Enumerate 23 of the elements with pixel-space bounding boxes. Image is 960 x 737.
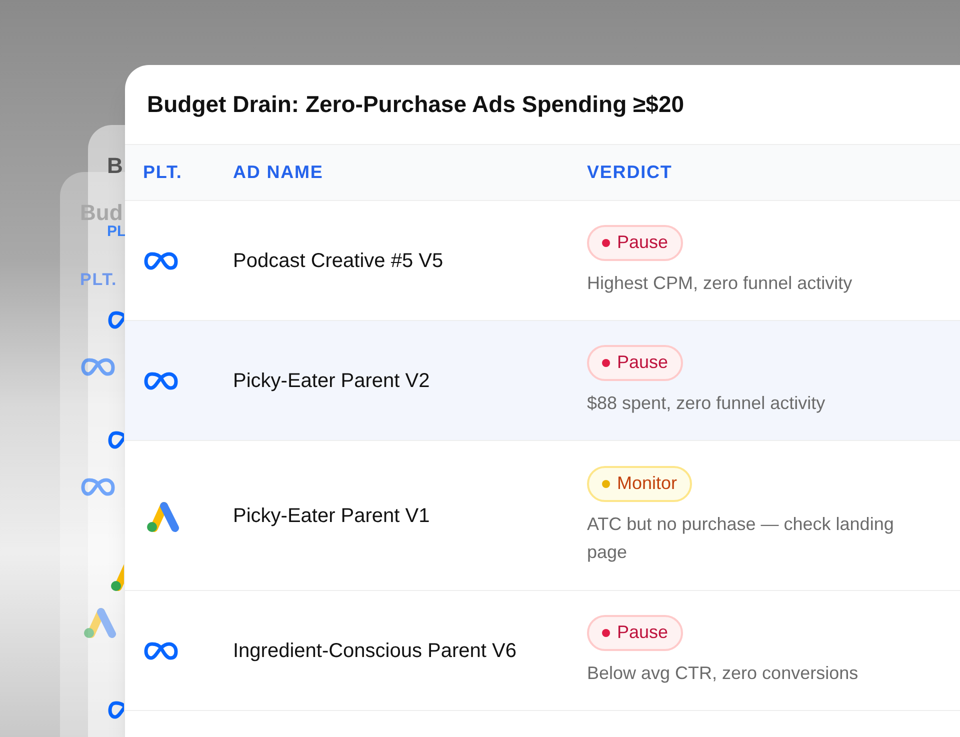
verdict-note: ATC but no purchase — check landing page — [587, 512, 895, 564]
table-row[interactable]: Podcast Creative #5 V5 Pause Highest CPM, zero funnel activity — [125, 201, 960, 321]
verdict-note: $88 spent, zero funnel activity — [587, 392, 826, 415]
table-row[interactable]: Picky-Eater Parent V2 Pause $88 spent, zero funnel activity — [125, 321, 960, 441]
column-header: AD NAME — [233, 162, 324, 182]
verdict-badge: Pause — [587, 344, 684, 380]
table-row[interactable]: Picky-Eater Parent V1 Monitor ATC but no purchase — check landing page — [125, 441, 960, 591]
verdict-badge: Monitor — [587, 466, 692, 502]
column-header: PLT. — [143, 162, 182, 182]
column-header: PL — [107, 222, 126, 242]
ad-name: Picky-Eater Parent V1 — [233, 504, 430, 526]
ad-name: Podcast Creative #5 V5 — [233, 250, 444, 272]
card-title: B — [107, 152, 123, 180]
ad-name: Ingredient-Conscious Parent V6 — [233, 640, 516, 662]
ad-name: Picky-Eater Parent V2 — [233, 370, 430, 392]
verdict-note: Below avg CTR, zero conversions — [587, 662, 858, 685]
table-row[interactable]: Ingredient-Conscious Parent V6 Pause Below avg CTR, zero conversions — [125, 591, 960, 711]
verdict-badge: Pause — [587, 224, 684, 260]
card-title: Budget Drain: Zero-Purchase Ads Spending ≥$20 — [147, 90, 684, 120]
column-header: VERDICT — [587, 162, 672, 182]
verdict-note: Highest CPM, zero funnel activity — [587, 272, 852, 295]
verdict-badge: Pause — [587, 614, 684, 650]
column-header: PLT. — [80, 268, 118, 291]
